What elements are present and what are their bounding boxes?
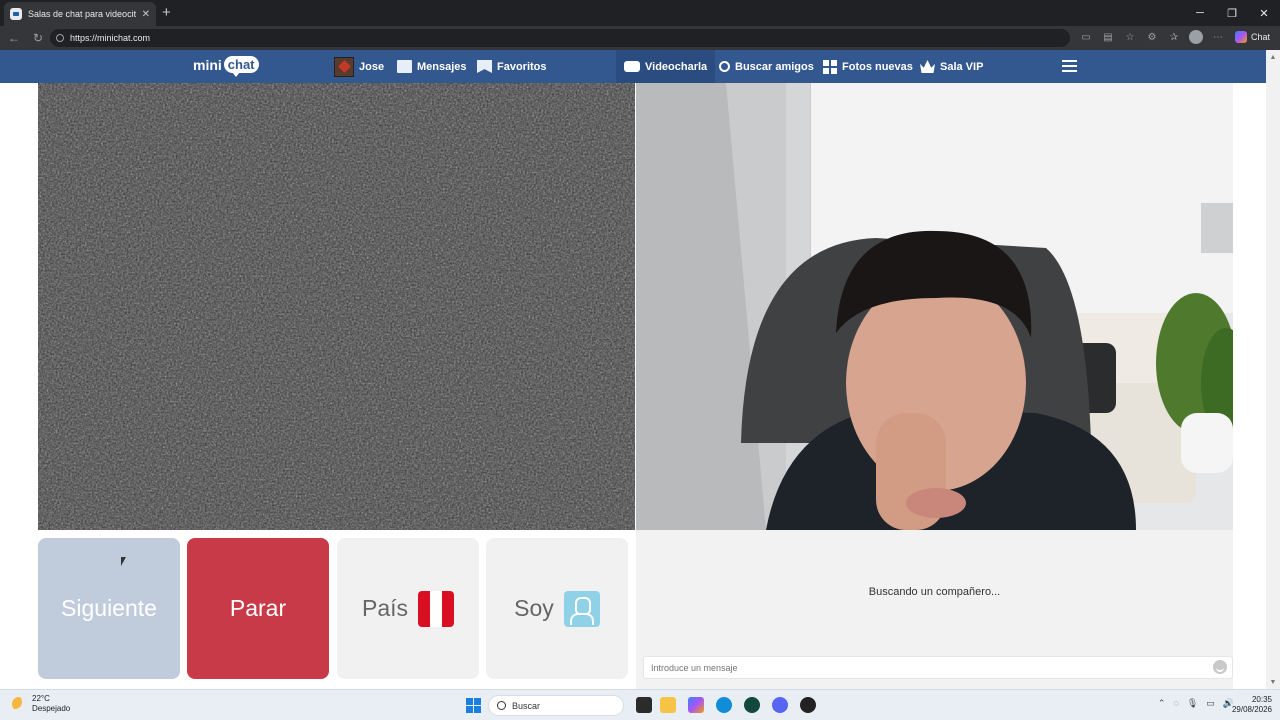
favorites-icon[interactable]: ✰ [1165,28,1183,46]
clock-date: 29/08/2026 [1231,705,1272,714]
search-icon [497,701,506,710]
copilot-label: Chat [1250,32,1270,42]
stop-button-label: Parar [229,595,287,621]
nav-vip-label: Sala VIP [940,60,984,73]
copilot-button[interactable]: Chat [1231,28,1274,46]
camera-permission-icon[interactable]: ▭ [1077,28,1095,46]
tab-title: Salas de chat para videocitas ... [28,9,136,19]
next-button-label: Siguiente [61,595,157,621]
nav-user-profile[interactable]: Jose [334,50,384,83]
close-window-icon[interactable]: ✕ [1248,0,1280,26]
country-button-label: País [361,595,409,621]
taskbar: 22°C Despejado Buscar ⌃ ◌ 🎙 ▭ 🔊 20:35 29… [0,689,1280,720]
scroll-down-icon[interactable]: ▼ [1266,675,1280,689]
discord-icon[interactable] [772,697,788,713]
user-name: Jose [359,60,385,73]
logo-mini-text: mini [193,56,222,73]
partner-video-static [38,83,635,530]
gender-button-label: Soy [514,595,554,621]
nav-new-photos-label: Fotos nuevas [842,60,913,73]
app-icon[interactable] [744,697,760,713]
nav-messages-label: Mensajes [417,60,467,73]
task-view-icon[interactable] [636,697,652,713]
chevron-up-icon[interactable]: ⌃ [1158,698,1166,709]
windows-start-icon[interactable] [466,698,481,713]
browser-tab-strip: Salas de chat para videocitas ... ✕ + ─ … [0,0,1280,26]
new-tab-icon[interactable]: + [162,5,171,20]
network-icon[interactable]: ▭ [1206,698,1215,709]
chat-panel: Buscando un compañero... [636,530,1233,689]
favorite-star-icon[interactable]: ☆ [1121,28,1139,46]
stop-button[interactable]: Parar [187,538,329,679]
url-text: https://minichat.com [70,33,151,43]
avatar [334,56,354,77]
site-navbar: mini chat Jose Mensajes Favoritos Videoc… [0,50,1266,83]
person-icon [563,590,600,627]
site-info-icon[interactable] [56,34,64,42]
app-icon[interactable] [800,697,816,713]
site-favicon-icon [10,8,22,20]
nav-vip-room[interactable]: Sala VIP [920,50,983,83]
clock-time: 20:35 [1251,695,1272,704]
nav-favorites[interactable]: Favoritos [477,50,547,83]
system-clock[interactable]: 20:35 29/08/2026 [1232,695,1272,715]
reload-icon[interactable]: ↻ [28,28,48,48]
nav-videochat-label: Videocharla [645,60,708,73]
scroll-up-icon[interactable]: ▲ [1266,50,1280,64]
nav-favorites-label: Favoritos [497,60,547,73]
copilot-app-icon[interactable] [688,697,704,713]
nav-messages[interactable]: Mensajes [397,50,467,83]
minimize-icon[interactable]: ─ [1184,0,1216,26]
system-tray: ⌃ ◌ 🎙 ▭ 🔊 [1158,698,1234,709]
window-controls: ─ ❐ ✕ [1184,0,1280,26]
minichat-logo[interactable]: mini chat [193,56,259,77]
browser-toolbar: ▭ ▤ ☆ ⚙ ✰ ⋯ Chat [1077,28,1274,46]
crown-icon [920,60,935,73]
address-bar: ← ↻ https://minichat.com ▭ ▤ ☆ ⚙ ✰ ⋯ Cha… [0,26,1280,50]
video-camera-icon [624,61,640,72]
grid-icon [823,59,837,74]
extensions-icon[interactable]: ⚙ [1143,28,1161,46]
nav-find-friends-label: Buscar amigos [735,60,814,73]
taskbar-search-label: Buscar [512,700,541,711]
url-field[interactable]: https://minichat.com [50,29,1070,47]
hamburger-menu-icon[interactable] [1062,60,1077,72]
page-scrollbar[interactable]: ▲ ▼ [1266,50,1280,689]
more-icon[interactable]: ⋯ [1209,28,1227,46]
videochat-page: Siguiente Parar País Soy Buscando un com… [0,83,1266,689]
bookmark-icon [477,60,492,73]
temperature: 22°C [32,694,50,703]
logo-chat-text: chat [223,56,259,77]
taskbar-search[interactable]: Buscar [488,695,624,716]
envelope-icon [397,60,412,73]
chat-status-text: Buscando un compañero... [868,586,1001,598]
nav-new-photos[interactable]: Fotos nuevas [823,50,913,83]
moon-icon [12,697,26,711]
nav-find-friends[interactable]: Buscar amigos [719,50,814,83]
gender-select-button[interactable]: Soy [486,538,628,679]
peru-flag-icon [418,590,455,627]
nav-videochat[interactable]: Videocharla [616,50,716,83]
search-icon [719,61,730,72]
vpn-icon[interactable]: ◌ [1173,698,1178,709]
maximize-icon[interactable]: ❐ [1216,0,1248,26]
country-filter-button[interactable]: País [337,538,479,679]
microphone-icon[interactable]: 🎙 [1187,698,1198,709]
weather-condition: Despejado [32,704,71,713]
mouse-cursor-icon [121,557,126,566]
file-explorer-icon[interactable] [660,697,676,713]
reader-icon[interactable]: ▤ [1099,28,1117,46]
close-tab-icon[interactable]: ✕ [142,9,150,20]
back-icon[interactable]: ← [4,28,24,48]
emoji-icon[interactable] [1213,660,1227,674]
copilot-icon [1234,31,1247,43]
edge-icon[interactable] [716,697,732,713]
weather-widget[interactable]: 22°C Despejado [12,694,70,714]
profile-icon[interactable] [1187,28,1205,46]
browser-tab[interactable]: Salas de chat para videocitas ... ✕ [4,2,156,26]
chat-message-input[interactable] [643,656,1233,679]
self-camera-video [636,83,1233,530]
next-button[interactable]: Siguiente [38,538,180,679]
